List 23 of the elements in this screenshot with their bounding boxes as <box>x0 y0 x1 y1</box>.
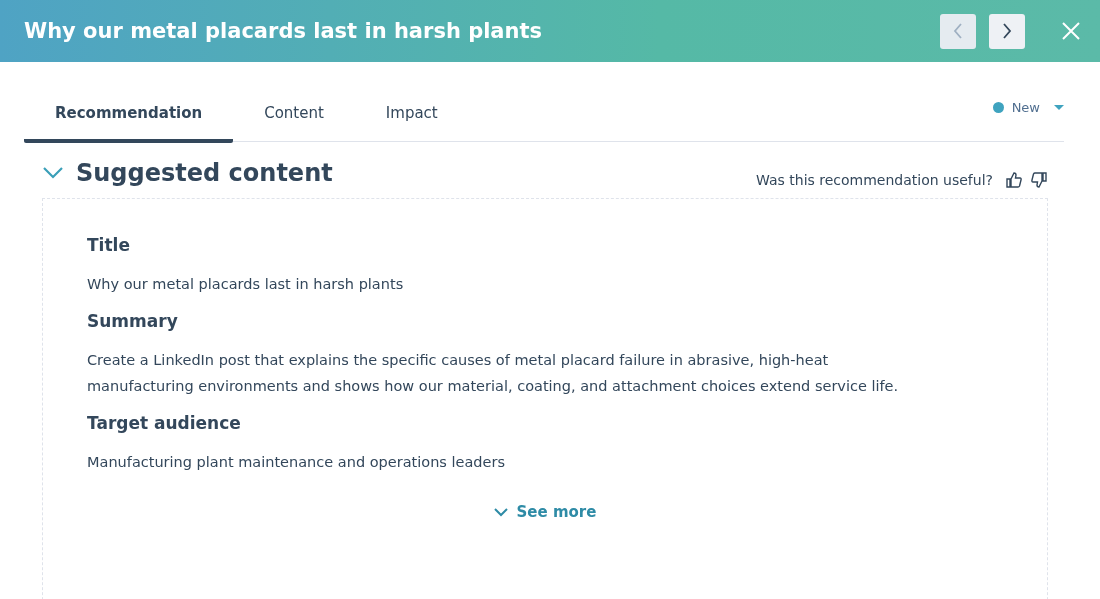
field-value: Why our metal placards last in harsh plants <box>87 275 405 294</box>
thumbs-up-icon[interactable] <box>1006 172 1022 188</box>
next-button[interactable] <box>989 13 1025 49</box>
field-label: Target audience <box>87 413 242 433</box>
panel-title: Why our metal placards last in harsh plants <box>24 19 543 43</box>
thumbs-down-icon[interactable] <box>1031 172 1047 188</box>
field-label: Summary <box>87 311 179 331</box>
field-value: Create a LinkedIn post that explains the specific causes of metal placard failure in abrasive, high-heat manufacturing environments and shows how our material, coating, and attachment choices extend service life. <box>87 351 900 396</box>
chevron-down-icon <box>493 507 508 517</box>
caret-icon <box>1054 104 1064 111</box>
chevron-right-icon <box>1002 23 1012 39</box>
see-more-link[interactable]: See more <box>493 503 597 521</box>
section-title: Suggested content <box>76 159 333 187</box>
field-label: Title <box>87 235 131 255</box>
chevron-left-icon <box>953 23 963 39</box>
tab[interactable]: Content <box>233 90 355 143</box>
status-dropdown[interactable]: New <box>992 100 1064 115</box>
close-icon[interactable] <box>1062 22 1080 40</box>
tab[interactable]: Recommendation <box>24 90 234 143</box>
tab[interactable]: Impact <box>354 90 469 143</box>
feedback-question: Was this recommendation useful? <box>756 172 993 188</box>
collapse-chevron-icon[interactable] <box>42 166 64 180</box>
field-value: Manufacturing plant maintenance and operations leaders <box>87 453 506 472</box>
